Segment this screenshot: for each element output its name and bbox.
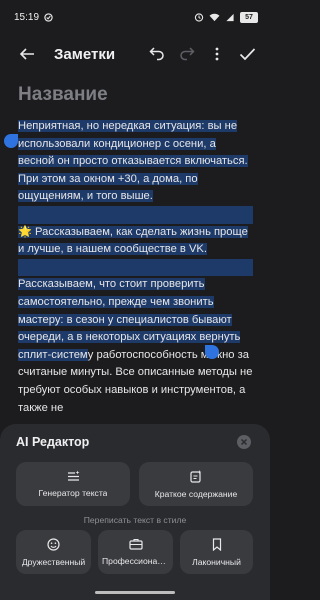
- text-generator-icon: [67, 470, 79, 481]
- close-icon: [240, 438, 248, 446]
- undo-icon: [149, 47, 164, 61]
- rewrite-style-label: Переписать текст в стиле: [83, 515, 187, 525]
- more-vertical-icon: [215, 47, 219, 61]
- back-button[interactable]: [12, 39, 42, 69]
- note-body-editor[interactable]: Неприятная, но нередкая ситуация: вы не …: [18, 118, 253, 430]
- style-concise-label: Лаконичный: [192, 556, 241, 567]
- style-professional-button[interactable]: Профессиональ...: [98, 530, 173, 574]
- selected-text: 🌟 Рассказываем, как сделать жизнь проще …: [18, 225, 248, 256]
- checkmark-icon: [239, 48, 255, 61]
- bookmark-icon: [212, 537, 221, 551]
- note-paragraph: Рассказываем, что стоит проверить самост…: [18, 276, 253, 417]
- selection-start-handle[interactable]: [4, 134, 18, 148]
- ai-editor-sheet: AI Редактор Генератор текста Краткое сод…: [0, 424, 270, 600]
- text-generator-label: Генератор текста: [38, 488, 108, 498]
- signal-icon: [226, 13, 234, 21]
- selected-text: Неприятная, но нередкая ситуация: вы не …: [18, 120, 248, 203]
- text-generator-button[interactable]: Генератор текста: [16, 462, 130, 506]
- summary-button[interactable]: Краткое содержание: [139, 462, 253, 506]
- ai-editor-title: AI Редактор: [16, 435, 90, 449]
- wifi-icon: [209, 13, 220, 21]
- app-toolbar: Заметки: [0, 34, 270, 74]
- page-title: Заметки: [54, 45, 116, 63]
- status-bar: 15:19 57: [0, 0, 270, 34]
- star-emoji-icon: 🌟: [18, 225, 32, 238]
- undo-button[interactable]: [142, 39, 172, 69]
- status-time: 15:19: [14, 11, 40, 23]
- redo-icon: [180, 47, 195, 61]
- summary-icon: [190, 469, 202, 483]
- style-friendly-label: Дружественный: [21, 556, 86, 567]
- save-check-button[interactable]: [232, 39, 262, 69]
- style-concise-button[interactable]: Лаконичный: [180, 530, 253, 574]
- back-arrow-icon: [19, 48, 34, 60]
- close-button[interactable]: [237, 435, 251, 449]
- redo-button[interactable]: [172, 39, 202, 69]
- more-options-button[interactable]: [202, 39, 232, 69]
- gesture-nav-bar[interactable]: [95, 591, 175, 594]
- summary-label: Краткое содержание: [154, 488, 238, 499]
- smiley-icon: [47, 537, 60, 551]
- note-paragraph: Неприятная, но нередкая ситуация: вы не …: [18, 118, 253, 206]
- notification-icon: [44, 12, 53, 22]
- selection-end-handle[interactable]: [205, 345, 219, 359]
- note-paragraph: 🌟 Рассказываем, как сделать жизнь проще …: [18, 224, 253, 259]
- alarm-icon: [194, 13, 204, 22]
- style-professional-label: Профессиональ...: [102, 556, 169, 566]
- briefcase-icon: [128, 538, 143, 550]
- style-friendly-button[interactable]: Дружественный: [16, 530, 91, 574]
- note-title-input[interactable]: Название: [18, 84, 108, 106]
- battery-icon: 57: [240, 11, 258, 23]
